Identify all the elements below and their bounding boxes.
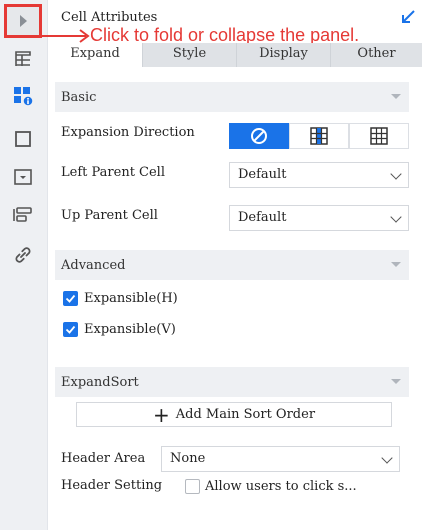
expansion-direction-label: Expansion Direction: [61, 125, 195, 140]
allow-click-sort-checkbox[interactable]: [185, 479, 200, 494]
expansible-h-checkbox[interactable]: [63, 291, 78, 306]
expansible-v-label: Expansible(V): [84, 322, 176, 337]
expansion-direction-selector: [229, 123, 409, 149]
expand-none-button[interactable]: [229, 123, 289, 149]
expand-horizontal-button[interactable]: [349, 123, 409, 149]
panel-title: Cell Attributes: [61, 10, 158, 25]
check-icon: [65, 294, 76, 303]
section-basic-title: Basic: [61, 89, 97, 105]
border-frame-icon[interactable]: [12, 128, 34, 150]
left-parent-cell-select[interactable]: Default: [229, 162, 409, 188]
left-parent-cell-label: Left Parent Cell: [61, 165, 165, 180]
cell-attributes-icon[interactable]: [12, 85, 34, 107]
up-parent-cell-label: Up Parent Cell: [61, 208, 158, 223]
plus-icon: +: [152, 402, 170, 427]
expansible-h-label: Expansible(H): [84, 291, 178, 306]
no-expand-icon: [251, 128, 267, 144]
up-parent-cell-select[interactable]: Default: [229, 205, 409, 231]
up-parent-cell-value: Default: [238, 210, 287, 225]
attribute-tabs: Expand Style Display Other: [48, 43, 422, 67]
widget-icon[interactable]: [12, 166, 34, 188]
allow-click-sort-label: Allow users to click s...: [205, 479, 357, 494]
section-advanced-title: Advanced: [61, 257, 126, 273]
header-setting-label: Header Setting: [61, 478, 163, 493]
left-toolbar: [0, 0, 48, 530]
hyperlink-icon[interactable]: [12, 244, 34, 266]
section-expandsort-title: ExpandSort: [61, 374, 139, 390]
add-main-sort-order-button[interactable]: + Add Main Sort Order: [76, 402, 392, 427]
tab-display[interactable]: Display: [237, 43, 331, 67]
left-parent-cell-value: Default: [238, 167, 287, 182]
horizontal-expand-icon: [370, 127, 388, 145]
collapse-arrow-icon: [19, 15, 27, 27]
check-icon: [65, 325, 76, 334]
add-main-sort-order-label: Add Main Sort Order: [175, 407, 316, 422]
chevron-down-icon: [381, 452, 393, 464]
tab-expand[interactable]: Expand: [48, 43, 143, 67]
chevron-down-icon: [390, 168, 402, 180]
chevron-down-icon: [391, 379, 401, 384]
chevron-down-icon: [391, 262, 401, 267]
expansible-v-checkbox[interactable]: [63, 322, 78, 337]
tab-other[interactable]: Other: [331, 43, 422, 67]
collapse-panel-button[interactable]: [4, 4, 42, 38]
expand-vertical-button[interactable]: [289, 123, 349, 149]
cell-element-icon[interactable]: [12, 48, 34, 70]
tab-style[interactable]: Style: [143, 43, 237, 67]
condition-icon[interactable]: [12, 204, 34, 226]
chevron-down-icon: [391, 94, 401, 99]
header-area-select[interactable]: None: [161, 446, 400, 472]
section-basic[interactable]: Basic: [55, 82, 409, 112]
section-expandsort[interactable]: ExpandSort: [55, 367, 409, 397]
chevron-down-icon: [390, 211, 402, 223]
header-area-label: Header Area: [61, 451, 146, 466]
section-advanced[interactable]: Advanced: [55, 250, 409, 280]
resize-arrow-icon[interactable]: [399, 8, 417, 30]
header-area-value: None: [170, 451, 206, 466]
vertical-expand-icon: [310, 127, 328, 145]
